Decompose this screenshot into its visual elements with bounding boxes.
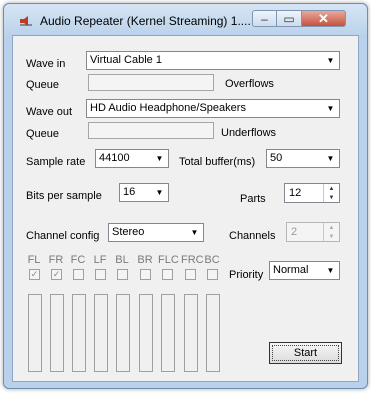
channel-checkbox-fr: ✓: [51, 269, 62, 280]
spin-up-icon[interactable]: ▲: [324, 184, 339, 193]
channel-checkbox-bc: [207, 269, 218, 280]
channel-level-meter-fc: [72, 294, 86, 372]
priority-value: Normal: [273, 264, 309, 276]
wave-in-label: Wave in: [26, 58, 66, 70]
bits-per-sample-select[interactable]: 16 ▼: [119, 183, 169, 202]
total-buffer-select[interactable]: 50 ▼: [266, 149, 340, 168]
channel-label-bl: BL: [115, 254, 129, 266]
spin-up-icon: ▲: [328, 224, 335, 231]
channel-level-meter-fl: [28, 294, 42, 372]
chevron-down-icon: ▼: [326, 56, 335, 65]
channel-label-bc: BC: [204, 254, 220, 266]
wave-out-label: Wave out: [26, 106, 73, 118]
channel-label-fl: FL: [27, 254, 41, 266]
bits-per-sample-label: Bits per sample: [26, 190, 102, 202]
channel-label-flc: FLC: [158, 254, 179, 266]
channel-level-meter-flc: [161, 294, 175, 372]
channel-level-meter-br: [139, 294, 153, 372]
title-bar[interactable]: Audio Repeater (Kernel Streaming) 1.... …: [4, 4, 367, 34]
close-button[interactable]: ✕: [302, 10, 346, 27]
maximize-button[interactable]: ▭: [277, 10, 302, 27]
wave-in-value: Virtual Cable 1: [90, 54, 162, 66]
channels-spinner: 2 ▲ ▼: [286, 222, 340, 242]
bits-per-sample-value: 16: [123, 186, 136, 198]
channel-level-meter-frc: [184, 294, 198, 372]
channel-label-fr: FR: [48, 254, 64, 266]
start-button-label: Start: [293, 347, 318, 359]
parts-spinner[interactable]: 12 ▲ ▼: [284, 183, 340, 203]
chevron-down-icon: ▼: [326, 154, 335, 163]
sample-rate-select[interactable]: 44100 ▼: [95, 149, 169, 168]
channel-level-meter-lf: [94, 294, 108, 372]
queue-in-label: Queue: [26, 79, 60, 91]
channels-value: 2: [291, 226, 298, 238]
chevron-down-icon: ▼: [155, 154, 164, 163]
channel-checkbox-flc: [162, 269, 173, 280]
channel-checkbox-bl: [117, 269, 128, 280]
spin-down-icon: ▼: [328, 233, 335, 240]
channel-checkbox-lf: [95, 269, 106, 280]
channel-level-meter-bc: [206, 294, 220, 372]
parts-value: 12: [289, 187, 302, 199]
total-buffer-value: 50: [270, 152, 283, 164]
channel-label-fc: FC: [70, 254, 86, 266]
speaker-app-icon: [20, 16, 32, 26]
total-buffer-label: Total buffer(ms): [179, 156, 256, 168]
channel-label-lf: LF: [93, 254, 107, 266]
wave-out-value: HD Audio Headphone/Speakers: [90, 102, 246, 114]
caption-buttons: – ▭ ✕: [252, 10, 346, 28]
maximize-icon: ▭: [283, 11, 295, 26]
app-window: Audio Repeater (Kernel Streaming) 1.... …: [3, 3, 368, 389]
chevron-down-icon: ▼: [326, 104, 335, 113]
channels-spinner-buttons: ▲ ▼: [323, 223, 339, 241]
minimize-button[interactable]: –: [252, 10, 277, 27]
channel-level-meter-bl: [116, 294, 130, 372]
channel-label-br: BR: [137, 254, 153, 266]
dialog-client-area: Wave in Virtual Cable 1 ▼ Queue Overflow…: [12, 35, 359, 382]
chevron-down-icon: ▼: [190, 228, 199, 237]
channel-checkbox-frc: [185, 269, 196, 280]
underflows-label: Underflows: [221, 127, 277, 139]
wave-out-select[interactable]: HD Audio Headphone/Speakers ▼: [86, 99, 340, 118]
wave-in-select[interactable]: Virtual Cable 1 ▼: [86, 51, 340, 70]
channel-checkbox-fl: ✓: [29, 269, 40, 280]
priority-label: Priority: [229, 269, 264, 281]
parts-label: Parts: [240, 193, 266, 205]
priority-select[interactable]: Normal ▼: [269, 261, 340, 280]
sample-rate-label: Sample rate: [26, 156, 86, 168]
minimize-icon: –: [261, 11, 268, 26]
channel-checkbox-fc: [73, 269, 84, 280]
start-button[interactable]: Start: [269, 342, 342, 364]
overflows-label: Overflows: [225, 78, 274, 90]
queue-in-meter: [88, 74, 214, 91]
channels-label: Channels: [229, 230, 276, 242]
chevron-down-icon: ▼: [155, 188, 164, 197]
channel-config-label: Channel config: [26, 230, 100, 242]
channel-level-meter-fr: [50, 294, 64, 372]
channel-checkbox-br: [140, 269, 151, 280]
channel-label-frc: FRC: [181, 254, 204, 266]
channel-config-value: Stereo: [112, 226, 145, 238]
close-icon: ✕: [318, 10, 329, 26]
window-title: Audio Repeater (Kernel Streaming) 1....: [40, 14, 251, 28]
queue-out-meter: [88, 122, 214, 139]
chevron-down-icon: ▼: [326, 266, 335, 275]
parts-spinner-buttons: ▲ ▼: [323, 184, 339, 202]
queue-out-label: Queue: [26, 128, 60, 140]
sample-rate-value: 44100: [99, 152, 130, 164]
spin-down-icon[interactable]: ▼: [324, 193, 339, 202]
channel-config-select[interactable]: Stereo ▼: [108, 223, 204, 242]
